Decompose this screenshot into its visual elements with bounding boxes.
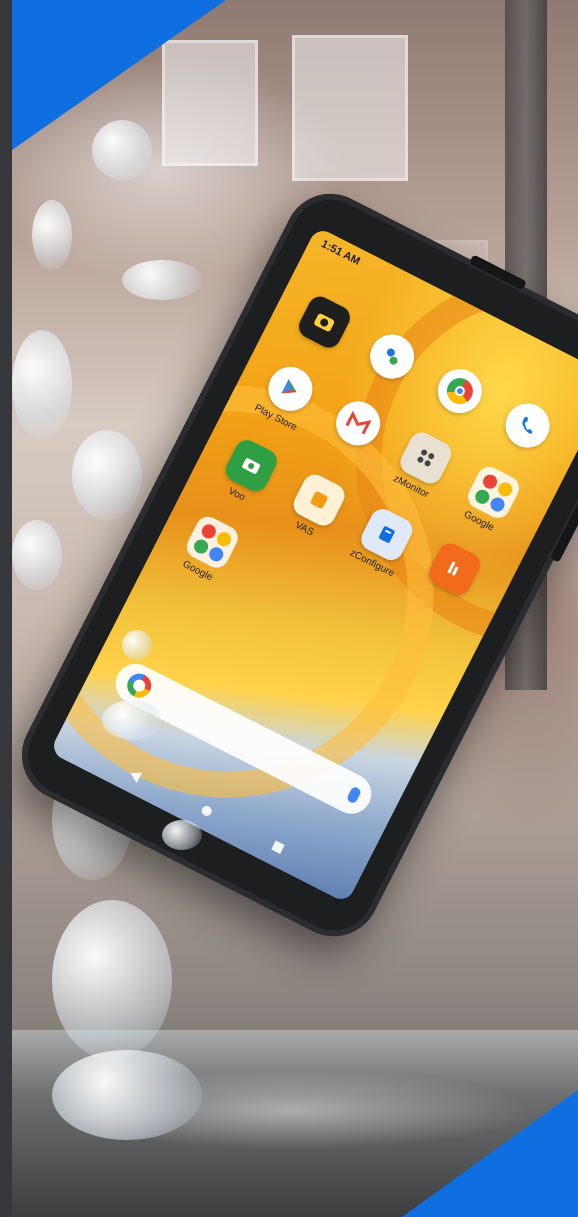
app-orange[interactable]	[409, 535, 493, 618]
water-droplet	[122, 260, 202, 300]
phone-screen: 1:51 AM Play Store zMonitor Google Voo V…	[49, 226, 578, 904]
water-splash	[52, 900, 172, 1060]
water-droplet	[92, 120, 152, 180]
app-zconfigure[interactable]: zConfigure	[341, 500, 425, 583]
background-window	[162, 40, 258, 166]
app-camera[interactable]	[284, 288, 363, 361]
app-label: VAS	[293, 519, 316, 539]
orange-app-icon	[424, 539, 485, 599]
water-droplet	[12, 330, 72, 440]
app-play-store[interactable]: Play Store	[245, 355, 329, 438]
app-label: Voo	[226, 485, 247, 504]
status-time: 1:51 AM	[319, 238, 362, 268]
app-google-folder[interactable]: Google	[448, 458, 532, 541]
app-zmonitor[interactable]: zMonitor	[380, 424, 464, 507]
background-window	[292, 35, 408, 181]
gmail-icon	[328, 393, 388, 454]
water-droplet	[162, 820, 202, 850]
google-icon	[123, 669, 156, 702]
app-vas[interactable]: VAS	[273, 466, 357, 549]
app-gmail[interactable]	[312, 389, 396, 472]
camera-icon	[294, 292, 355, 352]
water-splash	[52, 1050, 202, 1140]
water-droplet	[102, 700, 162, 740]
recents-icon[interactable]	[271, 840, 285, 854]
water-droplet	[122, 630, 152, 660]
water-droplet	[72, 430, 142, 520]
phone-button	[549, 486, 578, 563]
left-sidebar-strip	[0, 0, 12, 1217]
water-droplet	[12, 520, 62, 590]
home-icon[interactable]	[199, 804, 214, 818]
photo-scene: 1:51 AM Play Store zMonitor Google Voo V…	[12, 0, 578, 1217]
microphone-icon[interactable]	[345, 785, 363, 805]
water-droplet	[32, 200, 72, 270]
